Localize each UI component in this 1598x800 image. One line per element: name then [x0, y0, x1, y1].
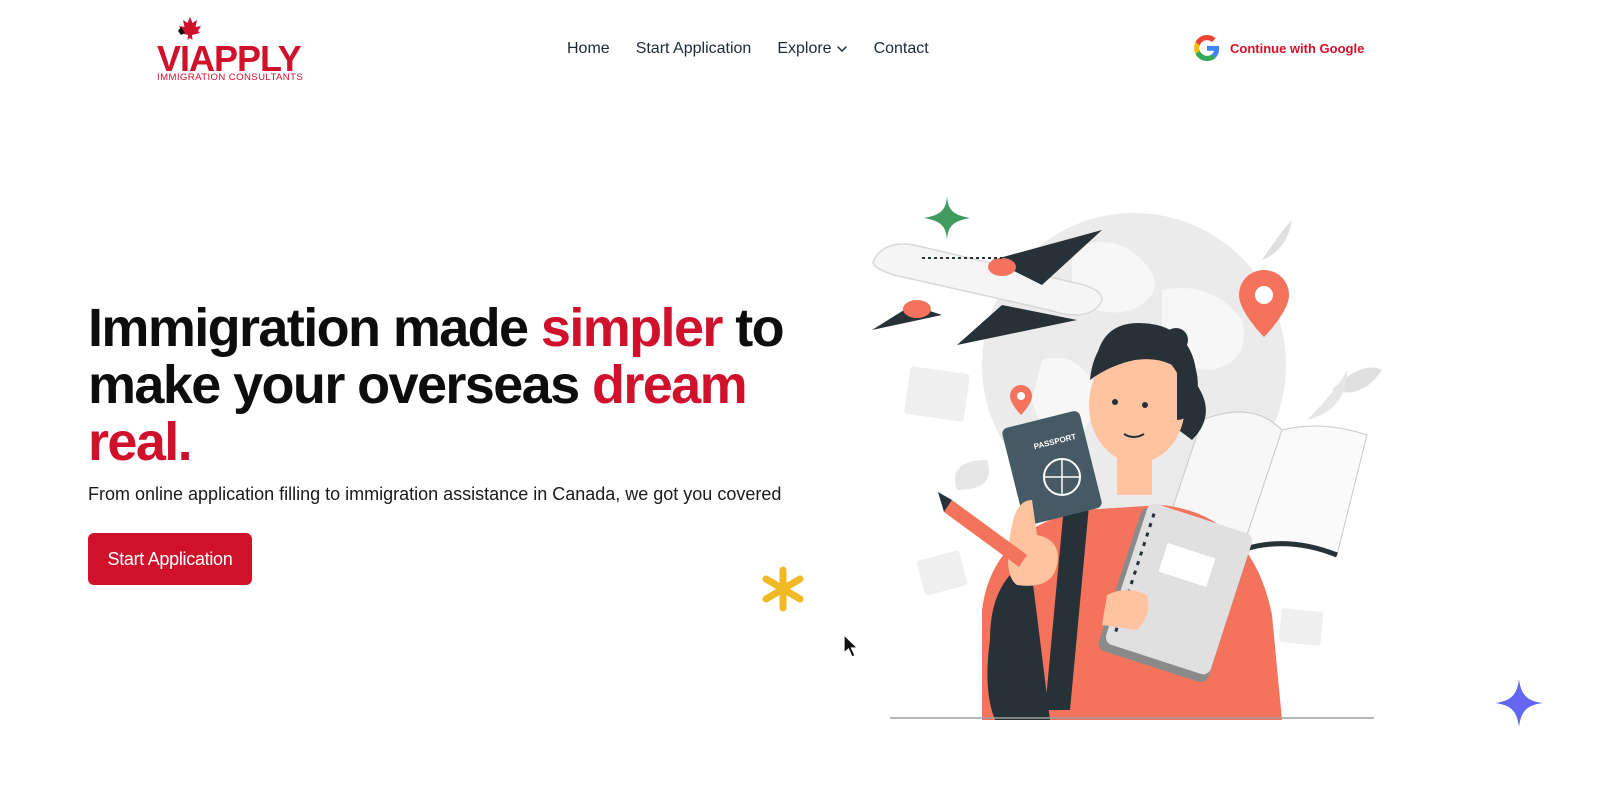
- nav-home-label: Home: [567, 40, 610, 57]
- main-nav: Home Start Application Explore Contact: [567, 36, 929, 62]
- landing-page: VIAPPLY IMMIGRATION CONSULTANTS Home Sta…: [0, 0, 1598, 800]
- student-with-passport-illustration: PASSPORT: [872, 196, 1382, 720]
- purple-sparkle-icon: [1495, 679, 1543, 727]
- start-application-button[interactable]: Start Application: [88, 533, 252, 585]
- hero-illustration: PASSPORT: [862, 190, 1392, 730]
- viapply-logo[interactable]: VIAPPLY IMMIGRATION CONSULTANTS: [157, 14, 333, 84]
- nav-contact-label: Contact: [873, 40, 929, 57]
- nav-explore-label: Explore: [777, 40, 832, 57]
- svg-text:IMMIGRATION CONSULTANTS: IMMIGRATION CONSULTANTS: [157, 72, 303, 83]
- nav-home-link[interactable]: Home: [567, 40, 610, 58]
- chevron-down-icon: [836, 46, 847, 53]
- hero-subtitle: From online application filling to immig…: [88, 484, 782, 504]
- yellow-asterisk-icon: [762, 566, 804, 612]
- green-sparkle-shape: [924, 196, 970, 240]
- nav-contact-link[interactable]: Contact: [874, 40, 929, 58]
- logo-graphic: VIAPPLY IMMIGRATION CONSULTANTS: [157, 17, 303, 83]
- google-icon: [1194, 35, 1220, 61]
- nav-start-application-link[interactable]: Start Application: [636, 40, 752, 58]
- continue-with-google-button[interactable]: Continue with Google: [1194, 34, 1364, 62]
- mouse-cursor-icon: [843, 634, 859, 658]
- google-button-label: Continue with Google: [1230, 40, 1365, 56]
- nav-start-application-label: Start Application: [635, 40, 752, 57]
- hero-title-part1: Immigration made: [88, 298, 541, 358]
- nav-explore-dropdown[interactable]: Explore: [777, 40, 847, 58]
- hero-title: Immigration made simpler to make your ov…: [88, 300, 828, 471]
- hero-title-accent-simpler: simpler: [540, 298, 723, 358]
